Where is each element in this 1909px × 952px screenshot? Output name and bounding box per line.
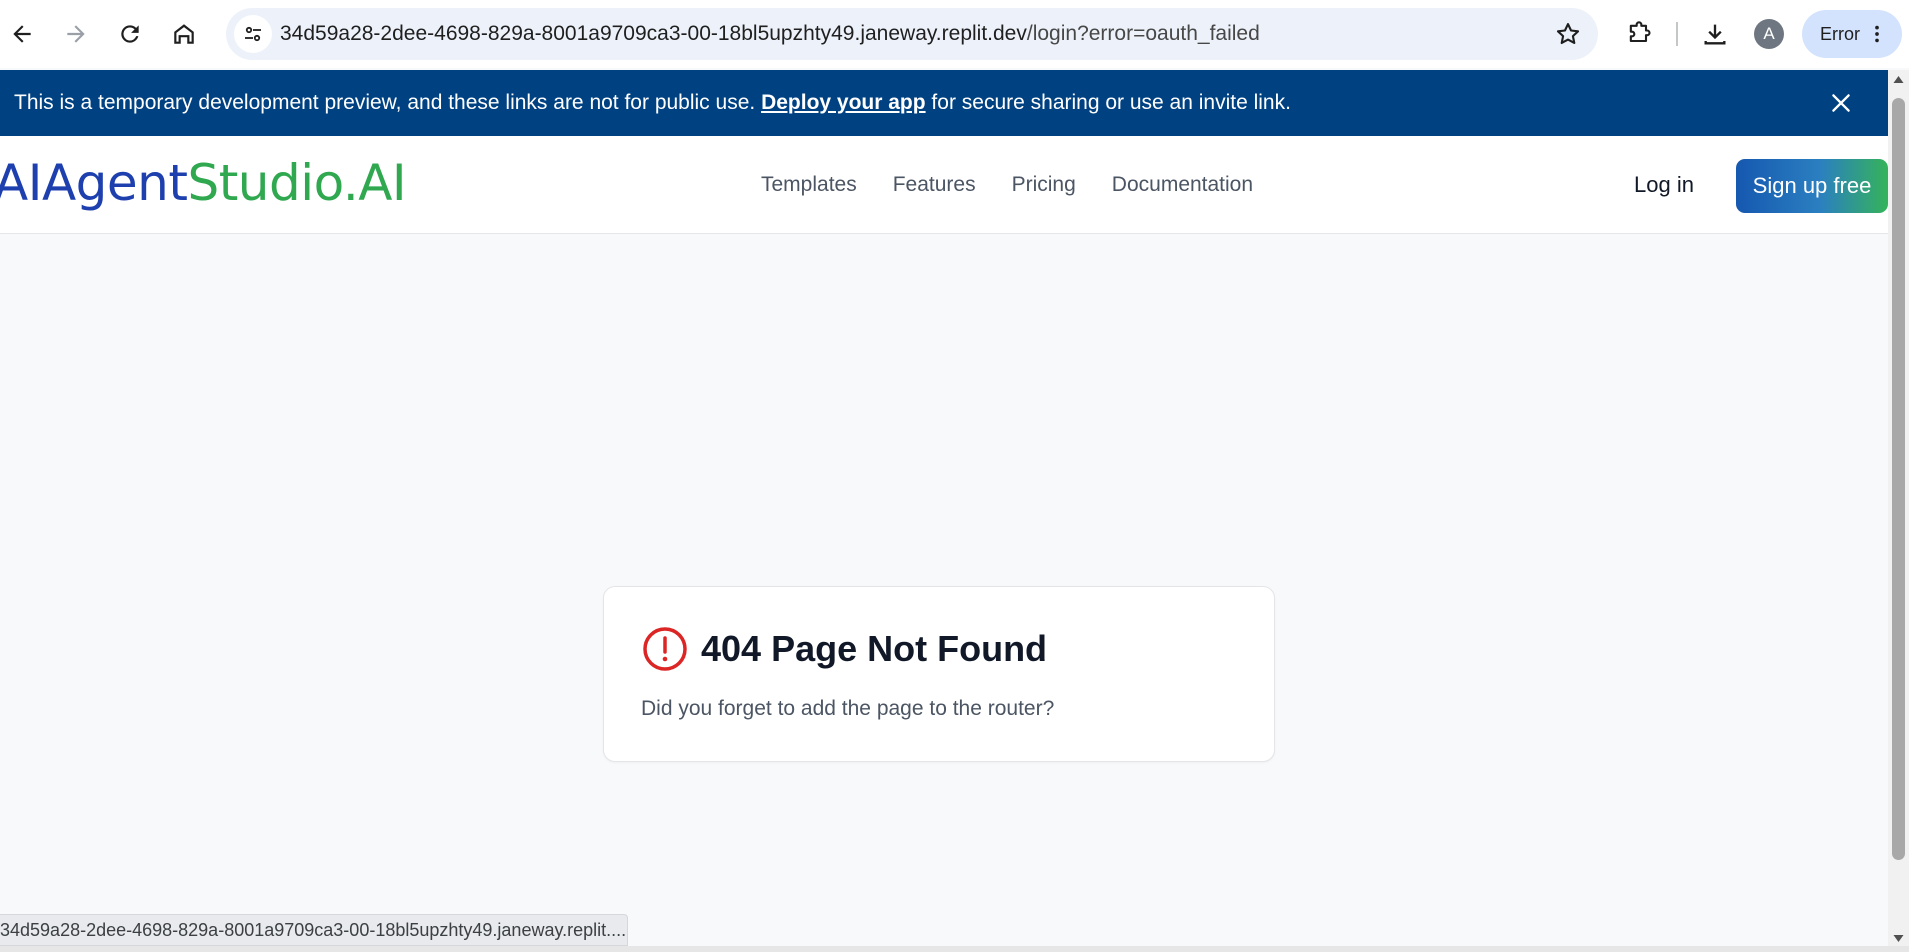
not-found-card: 404 Page Not Found Did you forget to add… bbox=[603, 586, 1275, 762]
site-info-icon bbox=[245, 26, 261, 42]
nav-documentation[interactable]: Documentation bbox=[1112, 173, 1253, 197]
bottom-edge bbox=[0, 946, 1909, 952]
page-title: 404 Page Not Found bbox=[701, 628, 1048, 669]
error-chip-label: Error bbox=[1820, 24, 1860, 44]
url-host: 34d59a28-2dee-4698-829a-8001a9709ca3-00-… bbox=[280, 22, 1027, 45]
card-title-row: 404 Page Not Found bbox=[641, 625, 1047, 673]
download-icon bbox=[1704, 24, 1726, 45]
logo-part2: Studio.AI bbox=[187, 154, 407, 212]
profile-avatar[interactable]: A bbox=[1754, 19, 1784, 49]
url-path: /login?error=oauth_failed bbox=[1026, 22, 1260, 45]
back-icon bbox=[13, 25, 31, 43]
scroll-down-arrow-icon[interactable] bbox=[1892, 932, 1905, 944]
address-bar[interactable]: 34d59a28-2dee-4698-829a-8001a9709ca3-00-… bbox=[226, 8, 1598, 60]
back-button[interactable] bbox=[2, 14, 42, 54]
scroll-up-arrow-icon[interactable] bbox=[1892, 74, 1905, 86]
site-info-button[interactable] bbox=[234, 15, 272, 53]
alert-circle-icon bbox=[643, 627, 687, 671]
home-icon bbox=[174, 24, 194, 44]
error-chip[interactable]: Error bbox=[1802, 10, 1902, 58]
nav-pricing[interactable]: Pricing bbox=[1012, 173, 1076, 197]
signup-button[interactable]: Sign up free bbox=[1736, 159, 1888, 213]
forward-icon bbox=[67, 25, 85, 43]
main-nav: Templates Features Pricing Documentation bbox=[761, 136, 1253, 234]
downloads-button[interactable] bbox=[1695, 14, 1735, 54]
browser-toolbar: 34d59a28-2dee-4698-829a-8001a9709ca3-00-… bbox=[0, 0, 1909, 68]
nav-templates[interactable]: Templates bbox=[761, 173, 857, 197]
site-logo[interactable]: AIAgentStudio.AI bbox=[0, 154, 407, 212]
extensions-button[interactable] bbox=[1619, 14, 1659, 54]
star-icon[interactable] bbox=[1554, 20, 1582, 48]
banner-text-before: This is a temporary development preview,… bbox=[14, 91, 762, 114]
extensions-icon bbox=[1629, 21, 1651, 43]
toolbar-divider bbox=[1676, 22, 1678, 46]
login-button[interactable]: Log in bbox=[1634, 136, 1694, 234]
home-button[interactable] bbox=[164, 14, 204, 54]
site-header: AIAgentStudio.AI Templates Features Pric… bbox=[0, 136, 1888, 234]
reload-icon bbox=[121, 25, 139, 43]
logo-part1: AIAgent bbox=[0, 154, 188, 212]
nav-features[interactable]: Features bbox=[893, 173, 976, 197]
dev-preview-banner: This is a temporary development preview,… bbox=[0, 70, 1888, 136]
more-vert-icon bbox=[1875, 25, 1879, 43]
deploy-app-link[interactable]: Deploy your app bbox=[761, 91, 926, 114]
vertical-scrollbar[interactable] bbox=[1888, 70, 1909, 952]
main-content: 404 Page Not Found Did you forget to add… bbox=[0, 234, 1888, 952]
status-bubble: 34d59a28-2dee-4698-829a-8001a9709ca3-00-… bbox=[0, 914, 628, 946]
url-text[interactable]: 34d59a28-2dee-4698-829a-8001a9709ca3-00-… bbox=[280, 8, 1260, 60]
page-description: Did you forget to add the page to the ro… bbox=[641, 697, 1055, 720]
banner-text-after: for secure sharing or use an invite link… bbox=[925, 91, 1291, 114]
reload-button[interactable] bbox=[110, 14, 150, 54]
scroll-thumb[interactable] bbox=[1892, 98, 1905, 860]
forward-button[interactable] bbox=[56, 14, 96, 54]
close-icon[interactable] bbox=[1828, 90, 1854, 116]
